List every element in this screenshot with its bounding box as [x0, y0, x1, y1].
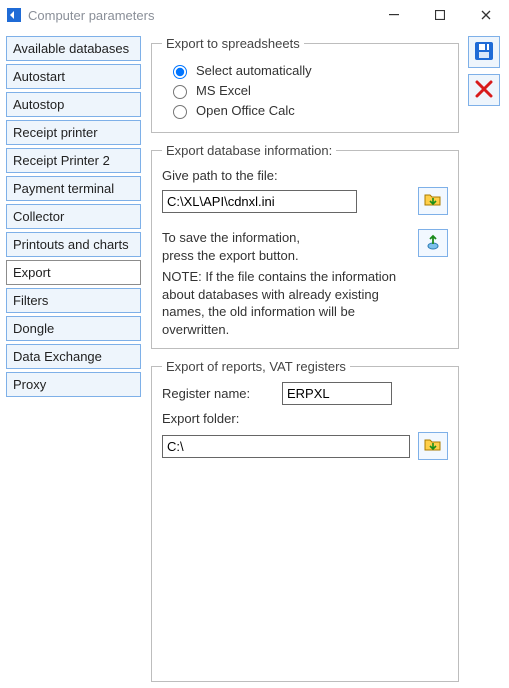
sidebar-item-autostart[interactable]: Autostart — [6, 64, 141, 89]
maximize-button[interactable] — [417, 0, 463, 30]
sidebar-item-receipt-printer-2[interactable]: Receipt Printer 2 — [6, 148, 141, 173]
export-folder-label: Export folder: — [162, 411, 272, 426]
folder-open-icon — [424, 192, 442, 211]
sidebar-item-autostop[interactable]: Autostop — [6, 92, 141, 117]
save-icon — [474, 41, 494, 64]
path-label: Give path to the file: — [162, 168, 448, 183]
group-spreadsheets-legend: Export to spreadsheets — [162, 36, 304, 51]
note-line2: press the export button. — [162, 247, 402, 265]
sidebar-item-available-databases[interactable]: Available databases — [6, 36, 141, 61]
sidebar: Available databases Autostart Autostop Rece… — [6, 36, 141, 682]
group-db-info: Export database information: Give path t… — [151, 143, 459, 349]
browse-folder-button[interactable] — [418, 432, 448, 460]
sidebar-item-payment-terminal[interactable]: Payment terminal — [6, 176, 141, 201]
group-reports-legend: Export of reports, VAT registers — [162, 359, 350, 374]
save-button[interactable] — [468, 36, 500, 68]
close-button[interactable] — [463, 0, 509, 30]
sidebar-item-proxy[interactable]: Proxy — [6, 372, 141, 397]
sidebar-item-filters[interactable]: Filters — [6, 288, 141, 313]
sidebar-item-receipt-printer[interactable]: Receipt printer — [6, 120, 141, 145]
register-name-input[interactable] — [282, 382, 392, 405]
group-reports: Export of reports, VAT registers Registe… — [151, 359, 459, 682]
radio-select-automatically-label: Select automatically — [196, 63, 312, 78]
note-line3: NOTE: If the file contains the informati… — [162, 268, 402, 338]
sidebar-item-printouts-and-charts[interactable]: Printouts and charts — [6, 232, 141, 257]
titlebar: Computer parameters — [0, 0, 509, 30]
folder-open-icon — [424, 437, 442, 456]
radio-open-office-label: Open Office Calc — [196, 103, 295, 118]
sidebar-item-export[interactable]: Export — [6, 260, 141, 285]
sidebar-item-collector[interactable]: Collector — [6, 204, 141, 229]
sidebar-item-data-exchange[interactable]: Data Exchange — [6, 344, 141, 369]
window-title: Computer parameters — [28, 8, 154, 23]
export-up-icon — [424, 233, 442, 254]
radio-select-automatically-input[interactable] — [173, 65, 187, 79]
group-db-info-legend: Export database information: — [162, 143, 336, 158]
export-folder-input[interactable] — [162, 435, 410, 458]
radio-open-office[interactable]: Open Office Calc — [168, 102, 448, 119]
path-input[interactable] — [162, 190, 357, 213]
right-toolbar — [465, 36, 503, 682]
radio-open-office-input[interactable] — [173, 105, 187, 119]
cancel-icon — [475, 80, 493, 101]
browse-path-button[interactable] — [418, 187, 448, 215]
app-icon — [6, 7, 22, 23]
minimize-button[interactable] — [371, 0, 417, 30]
sidebar-item-dongle[interactable]: Dongle — [6, 316, 141, 341]
radio-ms-excel-label: MS Excel — [196, 83, 251, 98]
cancel-button[interactable] — [468, 74, 500, 106]
main-panel: Export to spreadsheets Select automatica… — [141, 36, 465, 682]
register-name-label: Register name: — [162, 386, 272, 401]
radio-ms-excel[interactable]: MS Excel — [168, 82, 448, 99]
group-spreadsheets: Export to spreadsheets Select automatica… — [151, 36, 459, 133]
export-db-button[interactable] — [418, 229, 448, 257]
note-line1: To save the information, — [162, 229, 402, 247]
radio-ms-excel-input[interactable] — [173, 85, 187, 99]
radio-select-automatically[interactable]: Select automatically — [168, 62, 448, 79]
